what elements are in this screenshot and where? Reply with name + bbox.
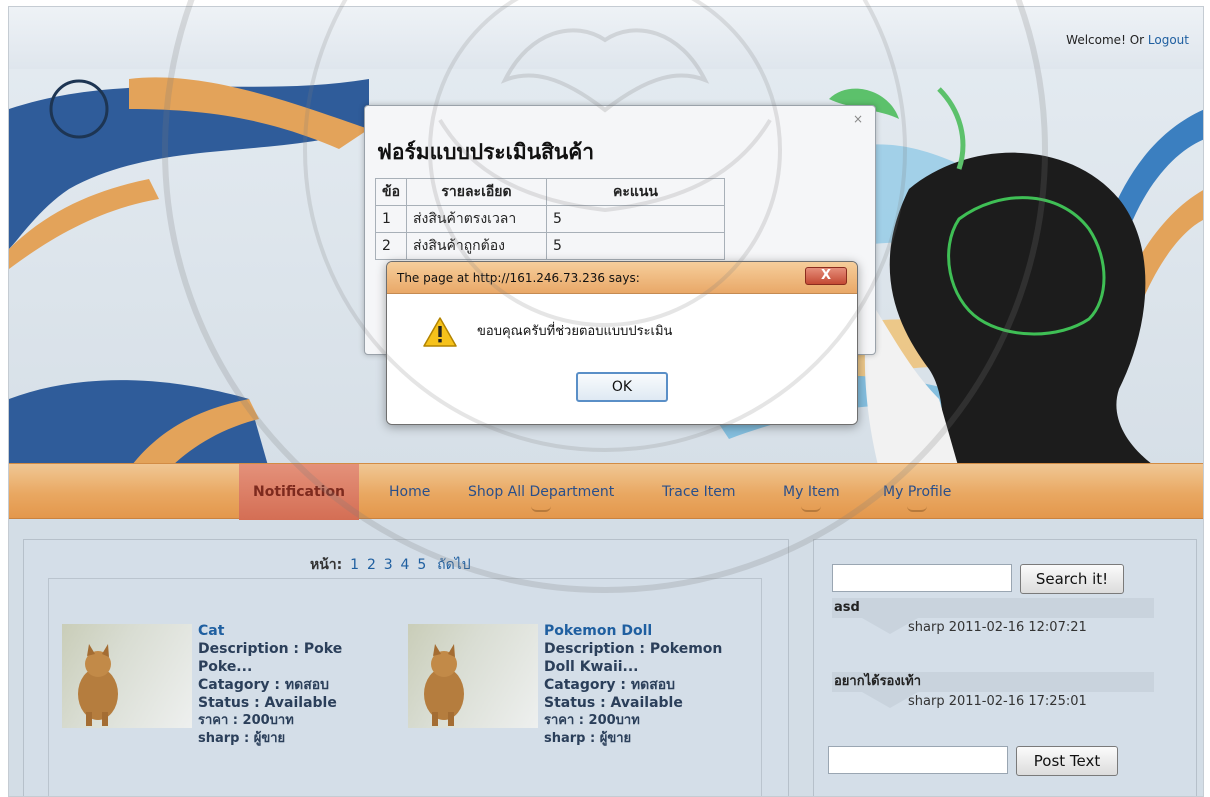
browser-page: Welcome! Or Logout Notification Home Sho… [8,6,1204,797]
table-header-row: ข้อ รายละเอียด คะแนน [375,178,725,206]
page-link[interactable]: 4 [401,557,410,573]
product-category: Catagory : ทดสอบ [198,677,330,693]
nav-item-trace-item[interactable]: Trace Item [662,464,735,520]
pagination-label: หน้า: [310,557,343,573]
table-row: 1 ส่งสินค้าตรงเวลา 5 [375,205,725,233]
product-seller: sharp : ผู้ขาย [198,731,286,746]
next-page-link[interactable]: ถัดไป [437,557,471,573]
alert-body: ขอบคุณครับที่ช่วยตอบแบบประเมิน OK [387,294,857,424]
product-list-panel: หน้า: 1 2 3 4 5 ถัดไป Cat Description: … [23,539,789,796]
post-text-button[interactable]: Post Text [1016,746,1118,776]
ok-button[interactable]: OK [576,372,668,402]
alert-title: The page at http://161.246.73.236 says: [397,271,640,285]
table-row: 2 ส่งสินค้าถูกต้อง 5 [375,232,725,260]
alert-message: ขอบคุณครับที่ช่วยตอบแบบประเมิน [477,324,673,339]
search-button[interactable]: Search it! [1020,564,1124,594]
close-button[interactable]: X [805,267,847,285]
page-link[interactable]: 2 [367,557,376,573]
main-navigation: Notification Home Shop All Department Tr… [9,463,1203,520]
survey-table: ข้อ รายละเอียด คะแนน 1 ส่งสินค้าตรงเวลา … [375,178,725,260]
product-seller: sharp : ผู้ขาย [544,731,632,746]
post-text-input[interactable] [828,746,1008,774]
product-info: Cat Description : Poke Poke... Catagory … [198,622,392,748]
product-card: Pokemon Doll Description : Pokemon Doll … [408,616,738,756]
close-icon[interactable]: × [853,112,863,126]
product-price: ราคา : 200บาท [544,713,640,728]
nav-item-my-item-label: My Item [783,484,840,500]
alert-dialog: The page at http://161.246.73.236 says: … [386,261,858,425]
pagination: หน้า: 1 2 3 4 5 ถัดไป [310,554,471,576]
welcome-area: Welcome! Or Logout [1066,33,1189,47]
wall-post: asd sharp 2011-02-16 12:07:21 [832,598,1154,635]
nav-item-notification[interactable]: Notification [239,464,360,520]
top-bar: Welcome! Or Logout [9,7,1203,69]
search-input[interactable] [832,564,1012,592]
product-image[interactable] [408,624,538,728]
item-detail: ส่งสินค้าถูกต้อง [405,232,547,260]
wall-post-meta: sharp 2011-02-16 17:25:01 [908,694,1087,709]
logout-link[interactable]: Logout [1148,33,1189,47]
alert-title-bar: The page at http://161.246.73.236 says: … [387,262,857,294]
welcome-text: Welcome! Or [1066,33,1145,47]
product-info: Pokemon Doll Description : Pokemon Doll … [544,622,722,748]
survey-title: ฟอร์มแบบประเมินสินค้า [377,140,595,164]
page-link[interactable]: 5 [417,557,426,573]
score-field[interactable]: 5 [545,232,725,260]
item-detail: ส่งสินค้าตรงเวลา [405,205,547,233]
item-number: 2 [375,232,407,260]
item-number: 1 [375,205,407,233]
warning-icon [423,317,457,347]
column-header: รายละเอียด [405,178,547,206]
sidebar-panel: Search it! asd sharp 2011-02-16 12:07:21… [813,539,1197,796]
product-description-continued: Doll Kwaii... [544,659,639,675]
product-price: ราคา : 200บาท [198,713,294,728]
product-description: Description : Pokemon [544,641,723,657]
nav-ornament [907,506,928,512]
product-status: Status : Available [198,695,337,711]
product-name-link[interactable]: Pokemon Doll [544,622,722,640]
product-name-link[interactable]: Cat [198,622,392,640]
page-link[interactable]: 1 [350,557,359,573]
nav-item-my-profile[interactable]: My Profile [883,464,951,520]
page-link[interactable]: 3 [384,557,393,573]
wall-post-title: อยากได้รองเท้า [832,672,1154,692]
nav-item-home[interactable]: Home [389,464,430,520]
nav-ornament [531,506,552,512]
nav-item-my-item[interactable]: My Item [783,464,840,520]
column-header: ข้อ [375,178,407,206]
wall-post-meta: sharp 2011-02-16 12:07:21 [908,620,1087,635]
nav-item-my-profile-label: My Profile [883,484,952,500]
product-image[interactable] [62,624,192,728]
score-field[interactable]: 5 [545,205,725,233]
nav-ornament [801,506,822,512]
product-card: Cat Description : Poke Poke... Catagory … [62,616,392,756]
product-status: Status : Available [544,695,683,711]
product-description: Description : Poke Poke... [198,641,343,675]
nav-item-shop-all-department[interactable]: Shop All Department [468,464,614,520]
wall-post: อยากได้รองเท้า sharp 2011-02-16 17:25:01 [832,672,1154,709]
nav-item-shop-all-department-label: Shop All Department [468,484,615,500]
wall-post-title: asd [832,598,1154,618]
column-header: คะแนน [545,178,725,206]
product-category: Catagory : ทดสอบ [544,677,676,693]
